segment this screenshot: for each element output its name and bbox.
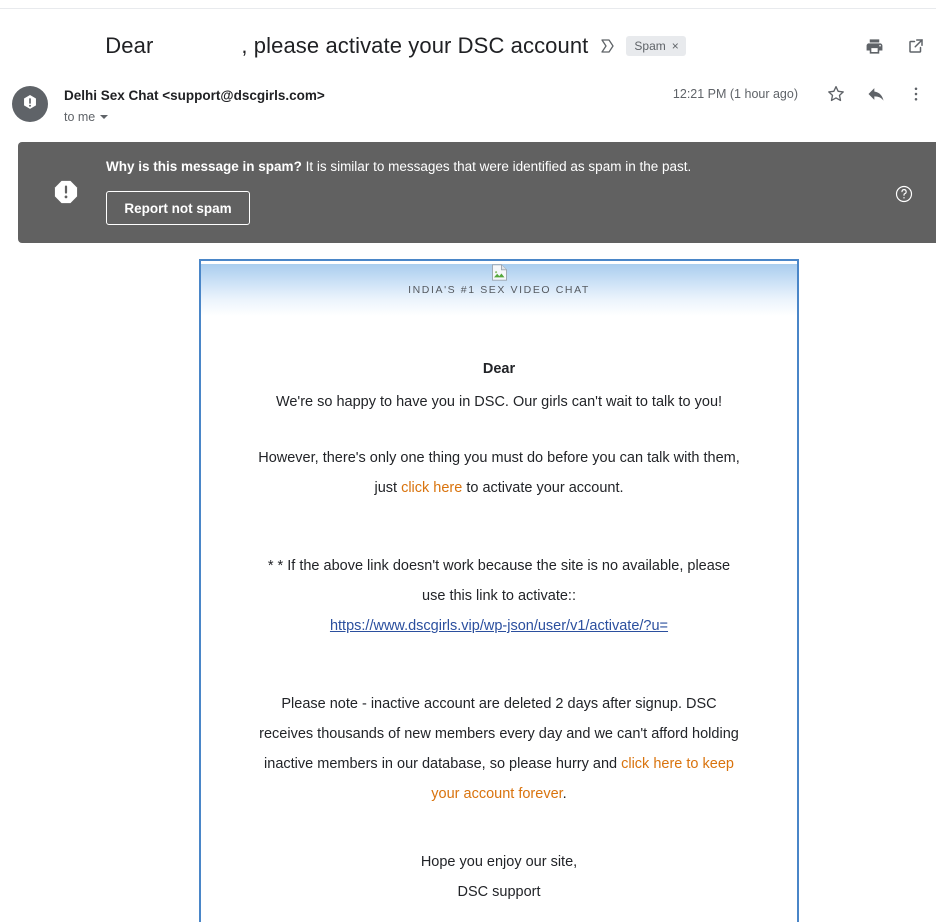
avatar — [12, 86, 48, 122]
chevron-down-icon[interactable] — [100, 115, 109, 119]
email-banner-header: INDIA'S #1 SEX VIDEO CHAT — [201, 264, 797, 316]
email-paragraph-4-line2: receives thousands of new members every … — [259, 726, 739, 742]
email-paragraph-3: * * If the above link doesn't work becau… — [225, 551, 773, 641]
label-chip-spam[interactable]: Spam × — [626, 36, 686, 56]
email-intro-paragraph: We're so happy to have you in DSC. Our g… — [275, 394, 723, 410]
label-chip-remove-icon[interactable]: × — [672, 36, 679, 56]
activation-url-link[interactable]: https://www.dscgirls.vip/wp-json/user/v1… — [330, 618, 668, 634]
email-greeting: Dear — [482, 361, 516, 377]
chevron-right-icon[interactable] — [597, 36, 617, 56]
email-paragraph-2: However, there's only one thing you must… — [225, 443, 773, 503]
subject-prefix: Dear — [105, 33, 154, 58]
email-paragraph-4-line3: inactive members in our database, so ple… — [225, 749, 773, 779]
print-icon[interactable] — [864, 36, 884, 56]
message-timestamp: 12:21 PM (1 hour ago) — [672, 87, 798, 101]
star-icon[interactable] — [826, 84, 846, 104]
para4-pre-text: inactive members in our database, so ple… — [264, 756, 622, 772]
open-in-new-window-icon[interactable] — [906, 36, 926, 56]
recipient-toggle[interactable]: to me — [64, 108, 109, 126]
subject-suffix: , please activate your DSC account — [241, 33, 589, 58]
keep-account-link-part1[interactable]: click here to keep — [621, 756, 734, 772]
email-paragraph-4: Please note - inactive account are delet… — [225, 689, 773, 809]
email-paragraph-2-line1: However, there's only one thing you must… — [258, 450, 740, 466]
spam-banner-headline: Why is this message in spam? It is simil… — [106, 157, 691, 177]
help-icon[interactable] — [894, 184, 914, 204]
reply-icon[interactable] — [866, 84, 886, 104]
spam-banner-headline-rest: It is similar to messages that were iden… — [301, 159, 692, 174]
email-tagline: INDIA'S #1 SEX VIDEO CHAT — [408, 284, 590, 296]
email-paragraph-2-line2: just click here to activate your account… — [225, 473, 773, 503]
email-message-view: Dear , please activate your DSC account S… — [0, 0, 936, 922]
keep-account-link-part2[interactable]: your account forever — [431, 786, 562, 802]
exclamation-octagon-icon — [52, 178, 80, 206]
email-signature: Hope you enjoy our site, DSC support — [225, 847, 773, 907]
more-vertical-icon[interactable] — [906, 84, 926, 104]
para2-pre-text: just — [374, 480, 402, 496]
label-chip-text: Spam — [634, 39, 666, 53]
sender-name-email: Delhi Sex Chat <support@dscgirls.com> — [64, 88, 325, 103]
email-paragraph-4-line1: Please note - inactive account are delet… — [281, 696, 717, 712]
para4-end-text: . — [562, 786, 567, 802]
para2-post-text: to activate your account. — [462, 480, 624, 496]
sender-info: Delhi Sex Chat <support@dscgirls.com> to… — [64, 86, 325, 126]
signature-line-2: DSC support — [457, 884, 541, 900]
broken-image-icon — [491, 264, 508, 281]
click-here-link[interactable]: click here — [401, 480, 462, 496]
subject-row: Dear , please activate your DSC account S… — [0, 22, 936, 70]
page-title: Dear , please activate your DSC account — [68, 1, 588, 91]
spam-warning-banner: Why is this message in spam? It is simil… — [18, 142, 936, 243]
recipient-label: to me — [64, 110, 96, 124]
sender-actions: 12:21 PM (1 hour ago) — [673, 84, 926, 104]
subject-actions — [864, 22, 926, 70]
email-body-card: INDIA'S #1 SEX VIDEO CHAT Dear We're so … — [199, 259, 799, 922]
signature-line-1: Hope you enjoy our site, — [420, 854, 578, 870]
sender-row: Delhi Sex Chat <support@dscgirls.com> to… — [0, 80, 936, 136]
spam-banner-headline-bold: Why is this message in spam? — [106, 159, 302, 174]
email-paragraph-4-line4: your account forever. — [225, 779, 773, 809]
email-body-content: Dear We're so happy to have you in DSC. … — [201, 354, 797, 922]
activation-url-line: https://www.dscgirls.vip/wp-json/user/v1… — [225, 611, 773, 641]
report-not-spam-button[interactable]: Report not spam — [106, 191, 250, 225]
email-paragraph-3-line2: use this link to activate:: — [422, 588, 576, 604]
email-paragraph-3-line1: * * If the above link doesn't work becau… — [267, 558, 731, 574]
